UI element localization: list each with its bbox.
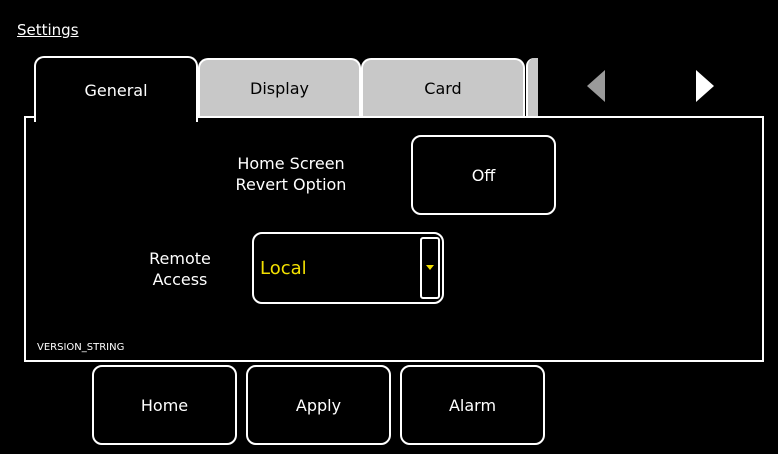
home-revert-label-line1: Home Screen — [237, 154, 345, 173]
remote-access-value: Local — [260, 257, 307, 279]
dropdown-button[interactable] — [420, 237, 440, 299]
alarm-button[interactable]: Alarm — [400, 365, 545, 445]
tab-prev-button[interactable] — [579, 66, 619, 106]
remote-access-label-line1: Remote — [149, 249, 211, 268]
home-button[interactable]: Home — [92, 365, 237, 445]
remote-access-label: Remote Access — [125, 248, 235, 290]
home-revert-label: Home Screen Revert Option — [216, 153, 366, 195]
remote-access-select[interactable]: Local — [252, 232, 444, 304]
version-string: VERSION_STRING — [37, 342, 125, 353]
tab-general[interactable]: General — [34, 56, 198, 122]
tab-label: General — [84, 80, 148, 100]
page-title: Settings — [17, 21, 79, 39]
home-revert-value: Off — [471, 165, 496, 185]
triangle-right-icon — [696, 70, 714, 102]
tab-card[interactable]: Card — [361, 58, 525, 116]
tab-display[interactable]: Display — [198, 58, 361, 116]
remote-access-label-line2: Access — [152, 270, 208, 289]
tab-label: Card — [424, 78, 462, 98]
alarm-button-label: Alarm — [448, 395, 497, 415]
home-revert-toggle-button[interactable]: Off — [411, 135, 556, 215]
apply-button-label: Apply — [295, 395, 342, 415]
chevron-down-icon — [426, 265, 434, 270]
tab-label: Display — [250, 78, 309, 98]
tab-overflow[interactable] — [526, 58, 538, 116]
triangle-left-icon — [587, 70, 605, 102]
home-button-label: Home — [140, 395, 189, 415]
apply-button[interactable]: Apply — [246, 365, 391, 445]
tab-next-button[interactable] — [686, 66, 726, 106]
home-revert-label-line2: Revert Option — [235, 175, 347, 194]
active-tab-joint — [36, 114, 194, 120]
